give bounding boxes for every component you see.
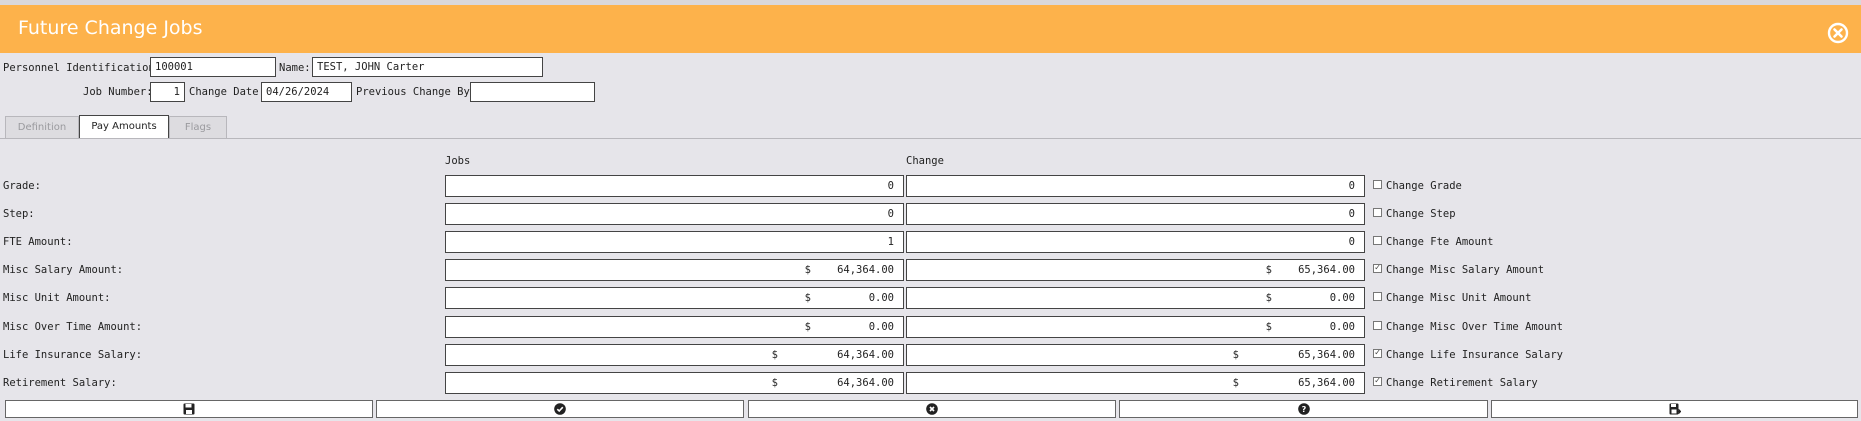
jobs-column-header: Jobs: [445, 155, 471, 167]
change-checkbox[interactable]: [1373, 236, 1382, 245]
name-label: Name:: [279, 62, 311, 74]
currency-symbol: $: [804, 321, 811, 333]
previous-change-by-label: Previous Change By:: [356, 86, 477, 98]
row-label: FTE Amount:: [3, 236, 73, 248]
amount-value: 65,364.00: [1298, 349, 1355, 361]
change-amount-field[interactable]: 0: [906, 175, 1365, 197]
change-amount-field[interactable]: 0: [906, 203, 1365, 225]
change-amount-field[interactable]: $65,364.00: [906, 344, 1365, 366]
amount-value: 0: [887, 180, 894, 192]
change-date-label: Change Date:: [189, 86, 265, 98]
amount-value: 0: [1348, 236, 1355, 248]
window-title: Future Change Jobs: [18, 17, 203, 39]
change-amount-field[interactable]: $0.00: [906, 316, 1365, 338]
title-bar: Future Change Jobs: [0, 5, 1861, 53]
change-checkbox-label: Change Fte Amount: [1386, 236, 1494, 248]
row-label: Retirement Salary:: [3, 377, 117, 389]
job-number-field[interactable]: 1: [150, 82, 185, 102]
change-checkbox[interactable]: ✓: [1373, 264, 1382, 273]
save-as-icon: [1669, 403, 1681, 415]
change-checkbox-label: Change Step: [1386, 208, 1456, 220]
currency-symbol: $: [1265, 264, 1272, 276]
name-field[interactable]: TEST, JOHN Carter: [312, 57, 543, 77]
jobs-amount-field[interactable]: $64,364.00: [445, 259, 904, 281]
change-amount-field[interactable]: $65,364.00: [906, 372, 1365, 394]
tab-definition[interactable]: Definition: [5, 116, 79, 138]
jobs-amount-field[interactable]: $0.00: [445, 287, 904, 309]
change-checkbox-label: Change Life Insurance Salary: [1386, 349, 1564, 361]
help-circle-icon: ?: [1297, 403, 1310, 415]
change-amount-field[interactable]: $65,364.00: [906, 259, 1365, 281]
change-checkbox-label: Change Misc Unit Amount: [1386, 292, 1532, 304]
check-circle-icon: [554, 403, 566, 415]
change-checkbox[interactable]: ✓: [1373, 377, 1382, 386]
amount-value: 65,364.00: [1298, 264, 1355, 276]
change-date-field[interactable]: 04/26/2024: [261, 82, 352, 102]
change-checkbox[interactable]: [1373, 292, 1382, 301]
personnel-id-field[interactable]: 100001: [150, 57, 276, 77]
tab-pay-amounts[interactable]: Pay Amounts: [79, 115, 169, 139]
amount-value: 0.00: [1329, 292, 1355, 304]
jobs-amount-field[interactable]: 0: [445, 203, 904, 225]
help-button[interactable]: ?: [1119, 400, 1488, 418]
cancel-circle-icon: [926, 403, 938, 415]
jobs-amount-field[interactable]: $64,364.00: [445, 372, 904, 394]
row-label: Life Insurance Salary:: [3, 349, 143, 361]
currency-symbol: $: [1232, 377, 1239, 389]
change-checkbox[interactable]: [1373, 321, 1382, 330]
change-column-header: Change: [906, 155, 944, 167]
amount-value: 64,364.00: [837, 349, 894, 361]
jobs-amount-field[interactable]: 0: [445, 175, 904, 197]
close-icon[interactable]: [1827, 22, 1849, 44]
amount-value: 64,364.00: [837, 377, 894, 389]
amount-value: 65,364.00: [1298, 377, 1355, 389]
row-label: Misc Over Time Amount:: [3, 321, 143, 333]
change-checkbox-label: Change Misc Salary Amount: [1386, 264, 1545, 276]
currency-symbol: $: [1232, 349, 1239, 361]
svg-text:?: ?: [1301, 405, 1306, 414]
cancel-button[interactable]: [748, 400, 1116, 418]
change-checkbox[interactable]: [1373, 180, 1382, 189]
save-button[interactable]: [5, 400, 373, 418]
change-checkbox[interactable]: [1373, 208, 1382, 217]
save-as-button[interactable]: [1491, 400, 1858, 418]
change-amount-field[interactable]: $0.00: [906, 287, 1365, 309]
change-amount-field[interactable]: 0: [906, 231, 1365, 253]
amount-value: 0: [1348, 180, 1355, 192]
tab-flags[interactable]: Flags: [169, 116, 227, 138]
jobs-amount-field[interactable]: $64,364.00: [445, 344, 904, 366]
amount-value: 0.00: [1329, 321, 1355, 333]
amount-value: 0.00: [868, 321, 894, 333]
currency-symbol: $: [771, 349, 778, 361]
row-label: Misc Salary Amount:: [3, 264, 124, 276]
amount-value: 64,364.00: [837, 264, 894, 276]
currency-symbol: $: [1265, 321, 1272, 333]
amount-value: 0.00: [868, 292, 894, 304]
ok-button[interactable]: [376, 400, 744, 418]
change-checkbox-label: Change Grade: [1386, 180, 1462, 192]
currency-symbol: $: [771, 377, 778, 389]
amount-value: 1: [887, 236, 894, 248]
amount-value: 0: [1348, 208, 1355, 220]
row-label: Grade:: [3, 180, 41, 192]
job-number-label: Job Number:: [83, 86, 153, 98]
row-label: Step:: [3, 208, 35, 220]
previous-change-by-field[interactable]: [470, 82, 595, 102]
save-icon: [183, 403, 195, 415]
currency-symbol: $: [804, 292, 811, 304]
change-checkbox[interactable]: ✓: [1373, 349, 1382, 358]
currency-symbol: $: [1265, 292, 1272, 304]
change-checkbox-label: Change Misc Over Time Amount: [1386, 321, 1564, 333]
currency-symbol: $: [804, 264, 811, 276]
amount-value: 0: [887, 208, 894, 220]
personnel-id-label: Personnel Identification:: [3, 62, 162, 74]
row-label: Misc Unit Amount:: [3, 292, 111, 304]
change-checkbox-label: Change Retirement Salary: [1386, 377, 1538, 389]
jobs-amount-field[interactable]: 1: [445, 231, 904, 253]
tab-divider: [0, 138, 1861, 139]
jobs-amount-field[interactable]: $0.00: [445, 316, 904, 338]
